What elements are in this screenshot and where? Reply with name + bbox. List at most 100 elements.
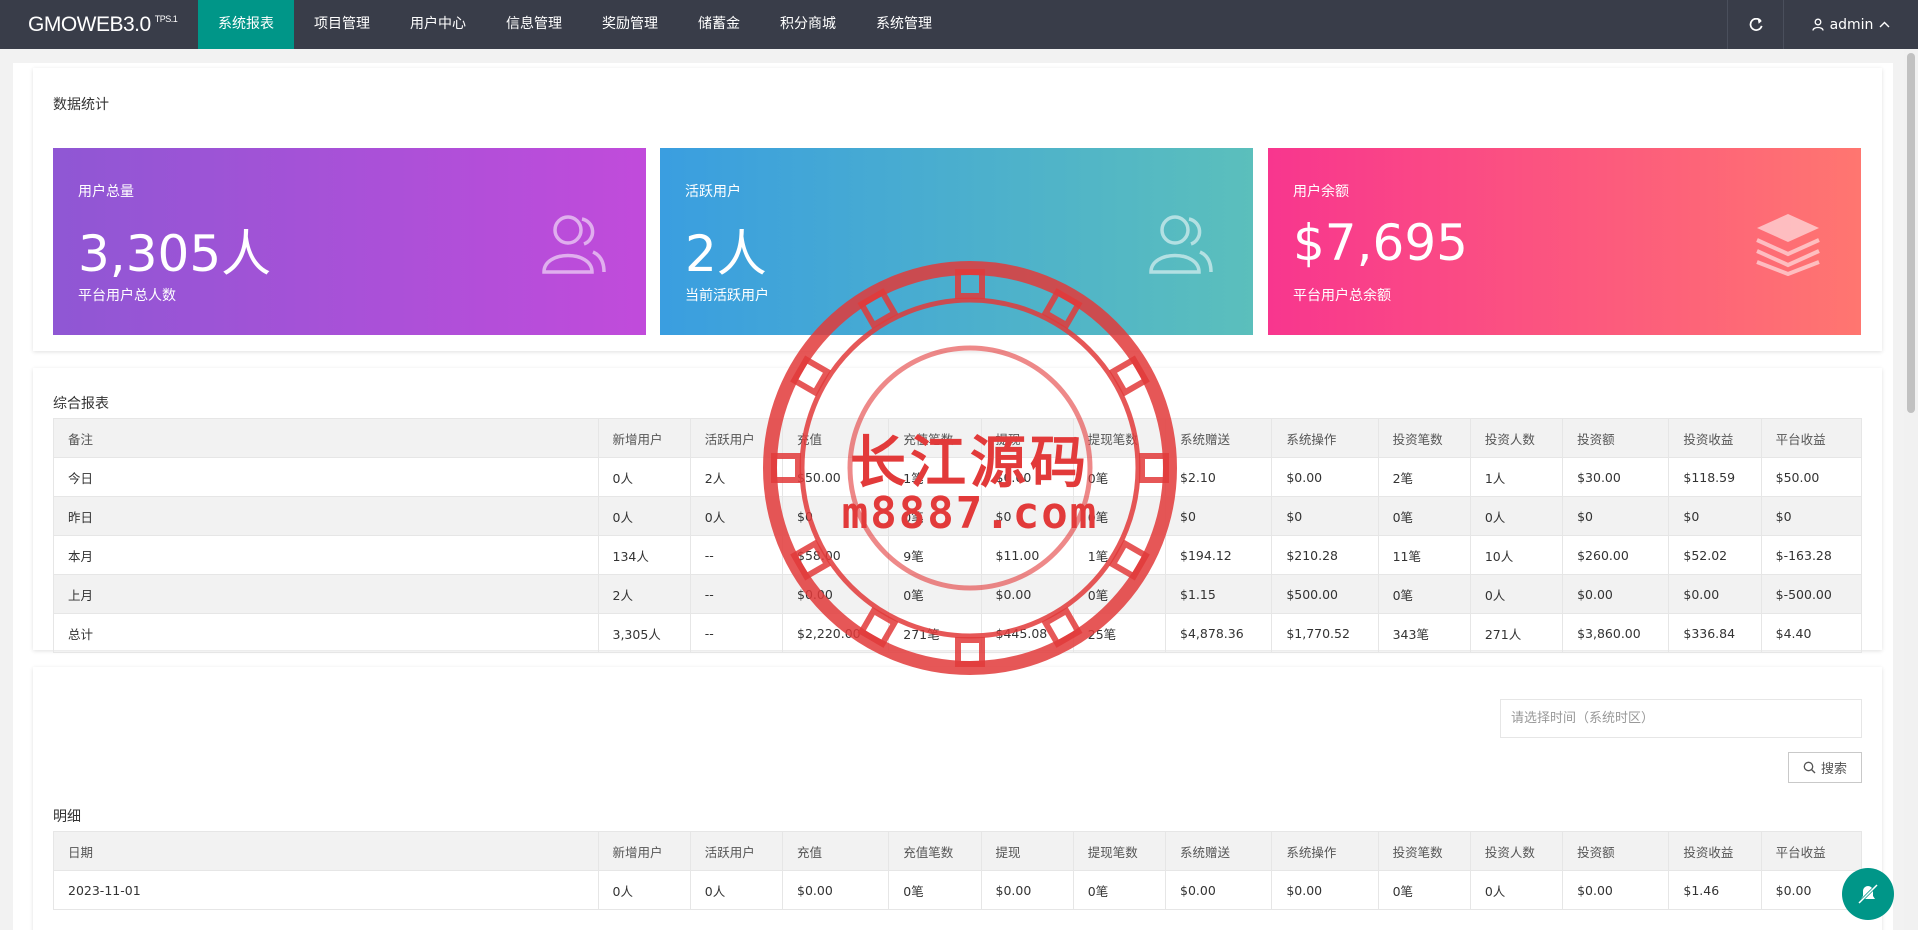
top-nav-bar: GMOWEB3.0 TPS.1 系统报表 项目管理 用户中心 信息管理 奖励管理 储蓄金 积分… — [0, 0, 1918, 49]
stat-value: $7,695 — [1293, 214, 1468, 272]
table-cell: $0 — [980, 496, 1074, 536]
user-icon — [1811, 18, 1824, 31]
table-cell: 11笔 — [1377, 535, 1471, 575]
logo-text: GMOWEB3.0 — [28, 12, 151, 36]
scrollbar-thumb[interactable] — [1907, 53, 1915, 413]
nav-item-2[interactable]: 用户中心 — [390, 0, 486, 49]
table-cell: $11.00 — [980, 535, 1074, 575]
table-cell: $3,860.00 — [1562, 613, 1670, 653]
table-cell: $30.00 — [1562, 457, 1670, 497]
table-cell: 271笔 — [888, 613, 982, 653]
stats-panel: 数据统计 用户总量 3,305人 平台用户总人数 活跃用户 2人 当前活跃用户 用户余额 $7… — [33, 68, 1882, 351]
table-cell: $0 — [1165, 496, 1273, 536]
stat-label: 活跃用户 — [685, 184, 741, 200]
column-header: 充值 — [781, 418, 890, 458]
table-cell: 3,305人 — [597, 613, 691, 653]
table-cell: 0笔 — [1072, 870, 1167, 910]
table-cell: $0.00 — [1668, 574, 1762, 614]
table-cell: $1.46 — [1668, 870, 1762, 910]
table-cell: $0.00 — [1271, 870, 1379, 910]
stat-value: 2人 — [685, 225, 767, 283]
stat-card-1: 活跃用户 2人 当前活跃用户 — [660, 148, 1253, 335]
user-menu[interactable]: admin — [1783, 0, 1918, 49]
nav-item-5[interactable]: 储蓄金 — [678, 0, 760, 49]
table-cell: -- — [689, 613, 784, 653]
table-cell: $-500.00 — [1760, 574, 1863, 614]
table-cell: 10人 — [1469, 535, 1564, 575]
user-name: admin — [1829, 16, 1874, 33]
table-cell: 2人 — [597, 574, 691, 614]
search-button[interactable]: 搜索 — [1788, 752, 1862, 783]
table-cell: 0笔 — [888, 574, 982, 614]
column-header: 新增用户 — [597, 831, 691, 871]
table-cell: 0人 — [689, 870, 784, 910]
stat-value: 3,305人 — [78, 225, 272, 283]
table-cell: $1,770.52 — [1271, 613, 1379, 653]
table-cell: 2023-11-01 — [53, 870, 599, 910]
table-row: 2023-11-01 0人 0人 $0.00 0笔 $0.00 0笔 $0.00 $0.00 0笔… — [53, 870, 1863, 910]
table-cell: $0 — [781, 496, 890, 536]
table-cell: $2.10 — [1165, 457, 1273, 497]
stat-label: 用户余额 — [1293, 184, 1349, 200]
table-cell: 1人 — [1469, 457, 1564, 497]
table-cell: 0笔 — [1072, 574, 1167, 614]
report-table: 备注 新增用户 活跃用户 充值 充值笔数 提现 提现笔数 系统赠送 系统操作 投资笔数 投资人数 投资… — [53, 418, 1863, 653]
column-header: 提现 — [980, 418, 1074, 458]
stat-subtitle: 平台用户总余额 — [1293, 288, 1391, 304]
table-cell: $0.00 — [980, 574, 1074, 614]
stat-subtitle: 平台用户总人数 — [78, 288, 176, 304]
column-header: 投资笔数 — [1377, 831, 1471, 871]
column-header: 系统操作 — [1271, 418, 1379, 458]
detail-title: 明细 — [53, 809, 81, 825]
column-header: 投资收益 — [1668, 418, 1762, 458]
date-range-input[interactable]: 请选择时间（系统时区） — [1500, 699, 1862, 738]
nav-item-0[interactable]: 系统报表 — [198, 0, 294, 49]
stat-label: 用户总量 — [78, 184, 134, 200]
column-header: 提现笔数 — [1072, 831, 1167, 871]
bell-off-icon — [1857, 883, 1879, 905]
table-cell: 1笔 — [888, 457, 982, 497]
table-row: 昨日 0人 0人 $0 0笔 $0 0笔 $0 $0 0笔 0人 $0 $0 $0 — [53, 496, 1863, 536]
table-row: 上月 2人 -- $0.00 0笔 $0.00 0笔 $1.15 $500.00 0笔 0人 $0.0… — [53, 574, 1863, 614]
table-cell: 0人 — [1469, 496, 1564, 536]
nav-item-6[interactable]: 积分商城 — [760, 0, 856, 49]
column-header: 投资收益 — [1668, 831, 1762, 871]
column-header: 备注 — [53, 418, 599, 458]
nav-item-4[interactable]: 奖励管理 — [582, 0, 678, 49]
logo-version: TPS.1 — [154, 13, 178, 24]
table-cell: 0人 — [689, 496, 784, 536]
table-cell: 0人 — [597, 496, 691, 536]
nav-item-1[interactable]: 项目管理 — [294, 0, 390, 49]
table-cell: 0笔 — [888, 870, 982, 910]
table-cell: $2,220.00 — [781, 613, 890, 653]
column-header: 投资人数 — [1469, 418, 1564, 458]
table-cell: 25笔 — [1072, 613, 1167, 653]
help-float-button[interactable] — [1842, 868, 1894, 920]
table-cell: $50.00 — [1760, 457, 1863, 497]
table-cell: $4.40 — [1760, 613, 1863, 653]
table-cell: $210.28 — [1271, 535, 1379, 575]
column-header: 平台收益 — [1760, 831, 1863, 871]
users-icon — [538, 210, 608, 276]
page-scrollbar[interactable] — [1904, 49, 1918, 930]
column-header: 充值 — [781, 831, 890, 871]
table-cell: 2人 — [689, 457, 784, 497]
nav-item-7[interactable]: 系统管理 — [856, 0, 952, 49]
table-cell: $52.02 — [1668, 535, 1762, 575]
nav-item-3[interactable]: 信息管理 — [486, 0, 582, 49]
table-cell: 0人 — [597, 457, 691, 497]
table-cell: 1笔 — [1072, 535, 1167, 575]
table-cell: $0.00 — [1165, 870, 1273, 910]
column-header: 充值笔数 — [888, 418, 982, 458]
table-cell: -- — [689, 574, 784, 614]
table-cell: $0.00 — [781, 574, 890, 614]
table-cell: $0 — [1271, 496, 1379, 536]
table-row: 总计 3,305人 -- $2,220.00 271笔 $445.08 25笔 $4,878.… — [53, 613, 1863, 653]
refresh-button[interactable] — [1727, 0, 1783, 49]
app-logo[interactable]: GMOWEB3.0 TPS.1 — [0, 0, 198, 49]
table-cell: $0.00 — [1271, 457, 1379, 497]
table-cell: 9笔 — [888, 535, 982, 575]
table-cell: $0 — [1760, 496, 1863, 536]
table-cell: $0.00 — [980, 870, 1074, 910]
table-cell: 昨日 — [53, 496, 599, 536]
